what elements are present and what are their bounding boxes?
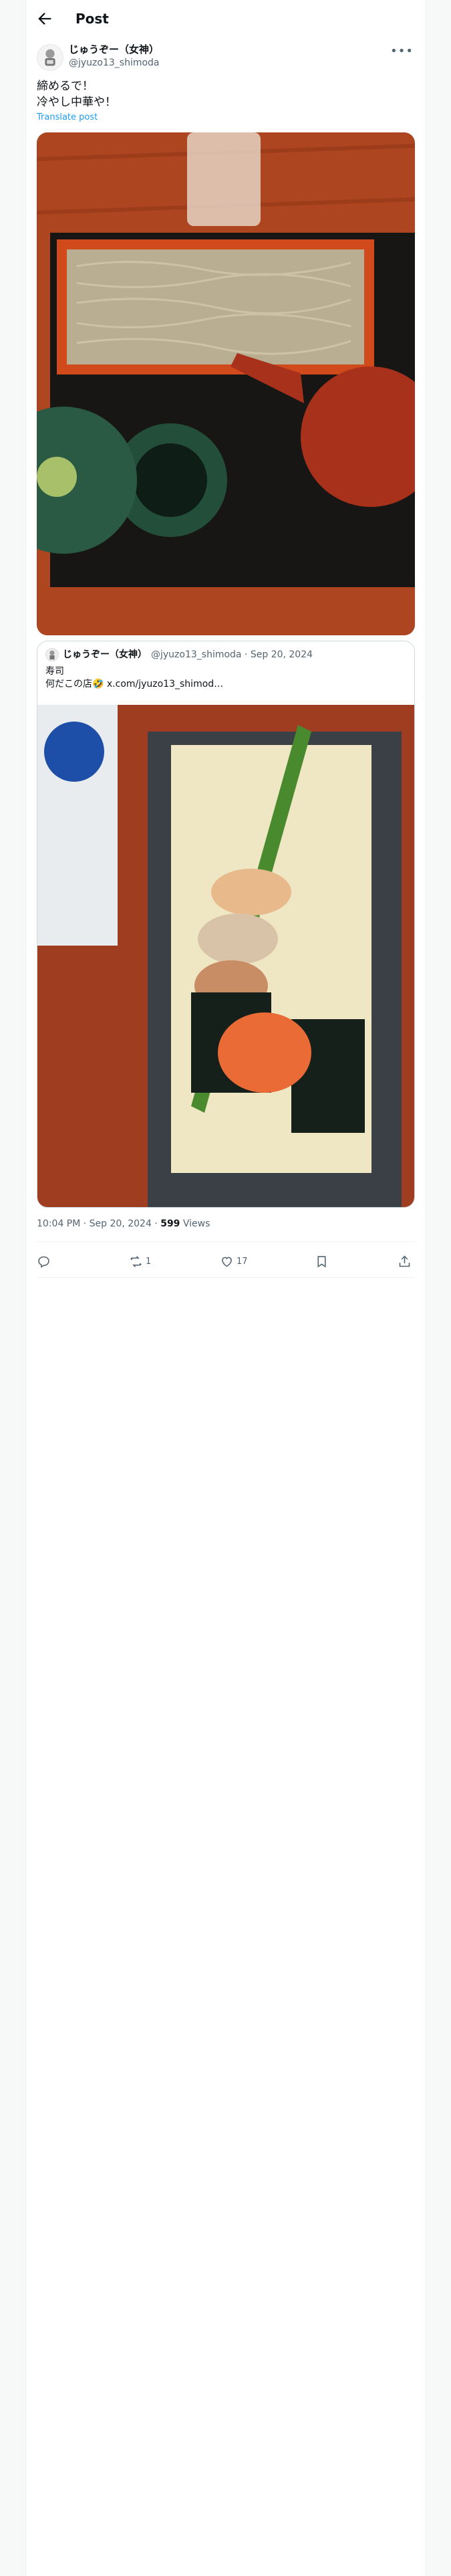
divider: [37, 1241, 415, 1242]
reply-icon: [38, 1256, 49, 1268]
quoted-handle-date: @jyuzo13_shimoda · Sep 20, 2024: [151, 649, 313, 660]
post-timestamp: 10:04 PM · Sep 20, 2024 · 599 Views: [37, 1217, 210, 1230]
translate-link[interactable]: Translate post: [37, 112, 98, 124]
repost-button[interactable]: 1: [129, 1253, 151, 1269]
post-image[interactable]: [37, 132, 415, 635]
quoted-post[interactable]: じゅうぞー（女神） @jyuzo13_shimoda · Sep 20, 202…: [37, 641, 415, 1208]
page-title: Post: [76, 11, 109, 27]
post-text: 締めるで！ 冷やし中華や！: [37, 80, 116, 109]
more-icon[interactable]: •••: [390, 44, 414, 58]
divider: [37, 1277, 415, 1278]
author-display-name[interactable]: じゅうぞー（女神）: [69, 43, 159, 56]
like-count: 17: [237, 1256, 248, 1267]
bookmark-icon: [317, 1255, 326, 1267]
views-count: 599: [160, 1218, 180, 1229]
quoted-text: 寿司 何だこの店🤣 x.com/jyuzo13_shimod…: [45, 666, 224, 689]
bookmark-button[interactable]: [315, 1253, 329, 1269]
top-bar: Post: [26, 0, 426, 37]
reply-button[interactable]: [37, 1253, 53, 1269]
share-icon: [399, 1255, 410, 1267]
views-label: Views: [180, 1218, 210, 1229]
like-icon: [222, 1257, 232, 1267]
back-arrow-icon[interactable]: [35, 9, 54, 28]
avatar[interactable]: [37, 44, 63, 71]
quoted-display-name: じゅうぞー（女神）: [63, 649, 147, 660]
quoted-avatar: [45, 648, 59, 661]
main-column: Post じゅうぞー（女神） @jyuzo13_shimoda ••• 締めるで…: [25, 0, 426, 2576]
quoted-post-header: じゅうぞー（女神） @jyuzo13_shimoda · Sep 20, 202…: [45, 648, 313, 661]
post-time-date[interactable]: 10:04 PM · Sep 20, 2024 ·: [37, 1218, 160, 1229]
repost-icon: [130, 1255, 142, 1267]
repost-count: 1: [146, 1256, 152, 1267]
share-button[interactable]: [398, 1253, 412, 1269]
like-button[interactable]: 17: [220, 1253, 248, 1269]
quoted-image: [37, 705, 414, 1207]
action-bar: 1 17: [26, 1247, 426, 1276]
author-handle[interactable]: @jyuzo13_shimoda: [69, 56, 160, 70]
